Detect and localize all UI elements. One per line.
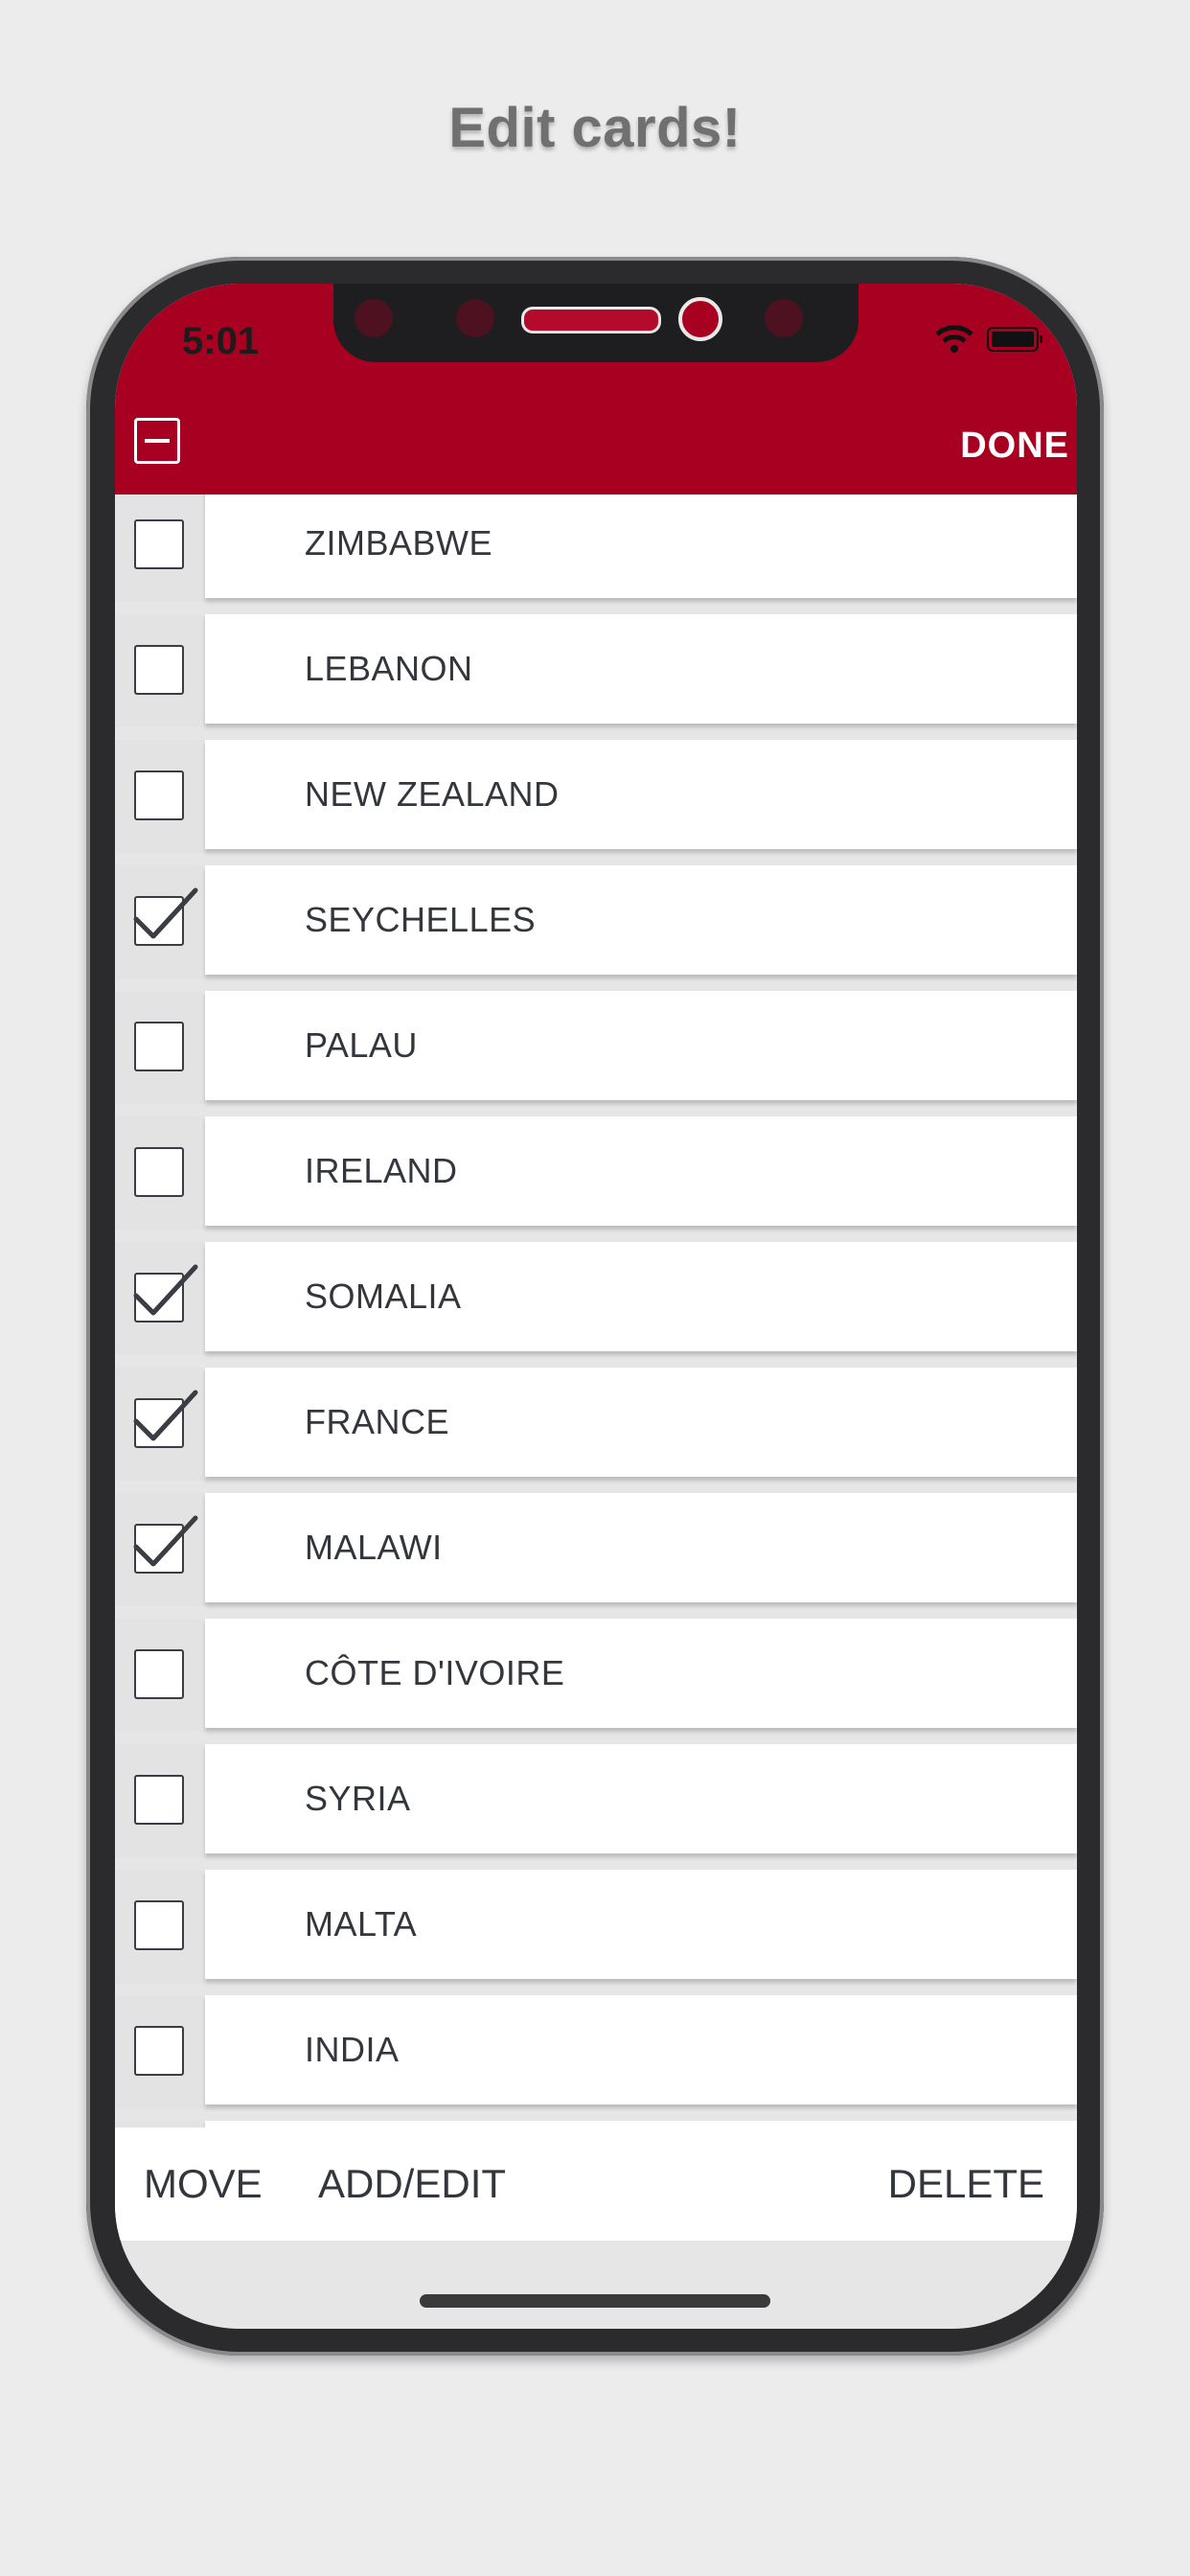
minus-square-icon[interactable] (134, 418, 180, 464)
list-item[interactable]: SOMALIA (115, 1242, 1077, 1355)
card-label: CÔTE D'IVOIRE (305, 1653, 565, 1692)
card-label: ZIMBABWE (305, 523, 493, 563)
card-item[interactable]: SEYCHELLES (205, 865, 1077, 975)
row-checkbox[interactable] (134, 519, 184, 569)
card-label: MALAWI (305, 1528, 443, 1567)
card-label: LEBANON (305, 649, 473, 688)
notch-sensor (456, 299, 494, 337)
card-item[interactable]: FRANCE (205, 1368, 1077, 1477)
list-item[interactable]: PALAU (115, 991, 1077, 1104)
notch-sensor (765, 299, 803, 337)
card-item[interactable]: CÔTE D'IVOIRE (205, 1619, 1077, 1728)
card-item[interactable]: MALAWI (205, 1493, 1077, 1602)
app-header: 5:01 DONE (115, 284, 1077, 494)
row-checkbox[interactable] (133, 887, 198, 946)
card-item[interactable]: IRELAND (205, 1116, 1077, 1226)
list-item[interactable]: CÔTE D'IVOIRE (115, 1619, 1077, 1732)
front-camera (678, 297, 722, 341)
row-gutter (115, 1116, 205, 1230)
card-label: PALAU (305, 1025, 418, 1065)
card-label: NEW ZEALAND (305, 774, 560, 814)
home-indicator[interactable] (420, 2294, 770, 2308)
list-item[interactable] (115, 2121, 1077, 2128)
list-item[interactable]: FRANCE (115, 1368, 1077, 1481)
card-item[interactable] (205, 2121, 1077, 2128)
card-item[interactable]: LEBANON (205, 614, 1077, 724)
row-checkbox[interactable] (134, 770, 184, 820)
row-gutter (115, 991, 205, 1104)
list-item[interactable]: INDIA (115, 1995, 1077, 2108)
row-checkbox[interactable] (134, 645, 184, 695)
checkmark-icon (132, 1508, 199, 1576)
checkmark-icon (132, 881, 199, 949)
row-gutter (115, 1744, 205, 1857)
list-item[interactable]: ZIMBABWE (115, 494, 1077, 602)
row-checkbox[interactable] (133, 1264, 198, 1322)
row-checkbox[interactable] (134, 1022, 184, 1071)
promo-title: Edit cards! (448, 97, 742, 159)
card-label: SYRIA (305, 1779, 411, 1818)
row-checkbox[interactable] (134, 1900, 184, 1950)
row-gutter (115, 1995, 205, 2108)
add-edit-button[interactable]: ADD/EDIT (318, 2128, 506, 2241)
row-checkbox[interactable] (134, 1775, 184, 1825)
card-item[interactable]: INDIA (205, 1995, 1077, 2104)
list-item[interactable]: SYRIA (115, 1744, 1077, 1857)
list-item[interactable]: IRELAND (115, 1116, 1077, 1230)
row-gutter (115, 1242, 205, 1355)
notch-sensor (355, 299, 393, 337)
row-gutter (115, 1870, 205, 1983)
card-item[interactable]: ZIMBABWE (205, 494, 1077, 598)
notch (333, 284, 858, 362)
row-checkbox[interactable] (133, 1390, 198, 1448)
card-item[interactable]: SYRIA (205, 1744, 1077, 1853)
row-gutter (115, 494, 205, 602)
list-item[interactable]: SEYCHELLES (115, 865, 1077, 978)
row-gutter (115, 740, 205, 853)
list-item[interactable]: MALTA (115, 1870, 1077, 1983)
card-item[interactable]: PALAU (205, 991, 1077, 1100)
wifi-icon (935, 325, 973, 354)
card-label: FRANCE (305, 1402, 450, 1441)
row-gutter (115, 865, 205, 978)
row-gutter (115, 614, 205, 727)
card-label: MALTA (305, 1904, 418, 1944)
card-label: IRELAND (305, 1151, 458, 1190)
card-label: SOMALIA (305, 1276, 462, 1316)
row-checkbox[interactable] (134, 1649, 184, 1699)
card-item[interactable]: SOMALIA (205, 1242, 1077, 1351)
card-label: SEYCHELLES (305, 900, 537, 939)
status-icons (935, 322, 1044, 356)
delete-button[interactable]: DELETE (888, 2128, 1044, 2241)
card-item[interactable]: NEW ZEALAND (205, 740, 1077, 849)
card-item[interactable]: MALTA (205, 1870, 1077, 1979)
battery-icon (987, 326, 1044, 353)
row-gutter (115, 2121, 205, 2128)
row-gutter (115, 1493, 205, 1606)
status-time: 5:01 (182, 320, 260, 362)
list-item[interactable]: NEW ZEALAND (115, 740, 1077, 853)
done-button[interactable]: DONE (960, 426, 1069, 467)
move-button[interactable]: MOVE (144, 2128, 263, 2241)
row-gutter (115, 1619, 205, 1732)
row-gutter (115, 1368, 205, 1481)
list-item[interactable]: LEBANON (115, 614, 1077, 727)
card-label: INDIA (305, 2030, 400, 2069)
card-list[interactable]: ZIMBABWE LEBANON NEW ZEALAND SEYCHELLES PALA… (115, 494, 1077, 2128)
checkmark-icon (132, 1257, 199, 1325)
speaker-grille (521, 307, 661, 334)
app-screen: 5:01 DONE ZIMBABWE LEBANON NEW ZEALAND S… (115, 284, 1077, 2329)
row-checkbox[interactable] (133, 1515, 198, 1574)
list-item[interactable]: MALAWI (115, 1493, 1077, 1606)
row-checkbox[interactable] (134, 1147, 184, 1197)
checkmark-icon (132, 1383, 199, 1451)
bottom-toolbar: MOVE ADD/EDIT DELETE (115, 2128, 1077, 2241)
row-checkbox[interactable] (134, 2026, 184, 2076)
